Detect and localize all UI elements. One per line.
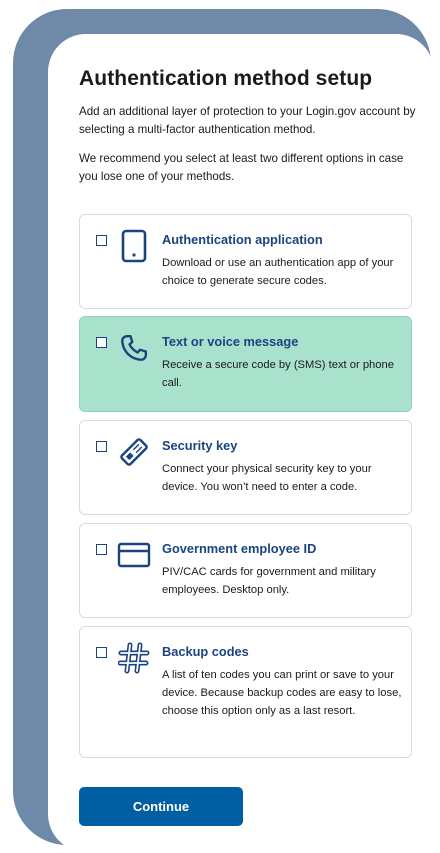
option-title: Authentication application [162, 232, 323, 247]
option-backup-codes[interactable]: Backup codes A list of ten codes you can… [79, 626, 412, 758]
phone-app-icon [117, 229, 151, 263]
intro-text: Add an additional layer of protection to… [79, 105, 416, 136]
option-title: Government employee ID [162, 541, 317, 556]
option-description: Download or use an authentication app of… [162, 257, 394, 287]
checkbox[interactable] [96, 337, 107, 348]
option-security-key[interactable]: Security key Connect your physical secur… [79, 420, 412, 515]
screen: Authentication method setup Add an addit… [48, 34, 434, 852]
security-key-icon [117, 435, 151, 469]
option-description: A list of ten codes you can print or sav… [162, 669, 402, 717]
option-government-employee-id[interactable]: Government employee ID PIV/CAC cards for… [79, 523, 412, 618]
option-title: Text or voice message [162, 334, 299, 349]
checkbox[interactable] [96, 544, 107, 555]
option-text-or-voice-message[interactable]: Text or voice message Receive a secure c… [79, 316, 412, 412]
option-description: Receive a secure code by (SMS) text or p… [162, 359, 394, 389]
recommendation-text: We recommend you select at least two dif… [79, 152, 404, 183]
phone-handset-icon [117, 331, 151, 365]
checkbox[interactable] [96, 647, 107, 658]
continue-button[interactable]: Continue [79, 787, 243, 826]
option-title: Security key [162, 438, 238, 453]
option-authentication-application[interactable]: Authentication application Download or u… [79, 214, 412, 309]
checkbox[interactable] [96, 441, 107, 452]
option-description: PIV/CAC cards for government and militar… [162, 566, 376, 596]
option-description: Connect your physical security key to yo… [162, 463, 372, 493]
hashtag-icon [117, 641, 151, 675]
checkbox[interactable] [96, 235, 107, 246]
device-frame: Authentication method setup Add an addit… [13, 9, 434, 852]
id-card-icon [117, 538, 151, 572]
page-title: Authentication method setup [79, 67, 373, 90]
option-title: Backup codes [162, 644, 249, 659]
